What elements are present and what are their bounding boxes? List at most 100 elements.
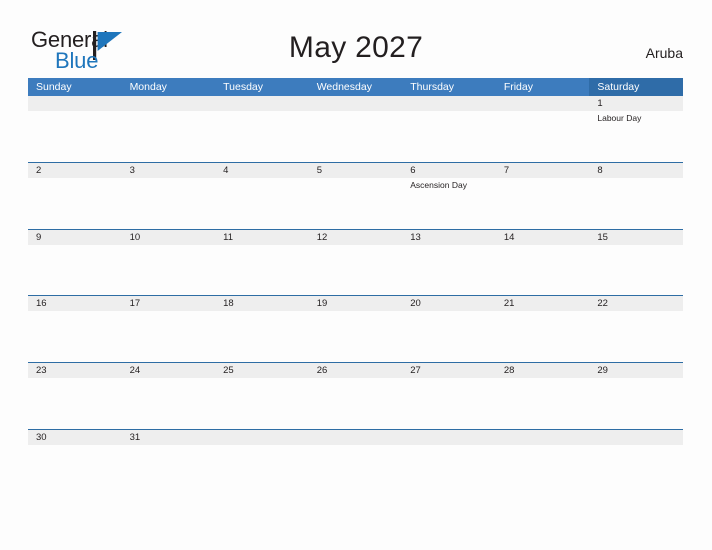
day-number: 12 <box>316 231 328 243</box>
day-cell[interactable]: 29 <box>589 363 683 429</box>
day-band <box>215 96 309 111</box>
day-number: 3 <box>129 164 135 176</box>
day-number: 16 <box>36 298 47 310</box>
day-cell[interactable]: 20 <box>402 296 496 363</box>
day-cell[interactable]: 31 <box>121 429 216 497</box>
day-number: 28 <box>503 365 515 377</box>
day-band <box>121 162 216 178</box>
day-cell[interactable]: 1 Labour Day <box>589 96 683 162</box>
day-cell[interactable]: 13 <box>402 229 496 296</box>
day-cell[interactable]: 23 <box>28 363 122 429</box>
day-cell[interactable] <box>402 96 496 162</box>
day-number: 5 <box>316 164 322 176</box>
day-band <box>589 96 683 111</box>
day-cell[interactable]: 8 <box>589 162 683 229</box>
day-cell[interactable]: 3 <box>121 162 216 229</box>
day-number: 4 <box>223 164 229 176</box>
day-cell[interactable]: 10 <box>121 229 216 296</box>
day-number: 15 <box>597 231 608 243</box>
day-cell[interactable]: 18 <box>215 296 309 363</box>
calendar-grid: Sunday Monday Tuesday Wednesday Thursday… <box>28 78 683 497</box>
day-number: 13 <box>410 231 421 243</box>
day-cell[interactable]: 21 <box>495 296 590 363</box>
week-row: 30 31 <box>28 429 683 497</box>
page-title: May 2027 <box>288 31 424 64</box>
weekday-header-friday: Friday <box>503 81 533 93</box>
region-label: Aruba <box>645 45 683 61</box>
weekday-header-tuesday: Tuesday <box>223 81 264 93</box>
day-band <box>215 429 309 445</box>
day-band <box>402 162 496 178</box>
day-cell[interactable]: 9 <box>28 229 122 296</box>
week-row: 16 17 18 19 20 21 22 <box>28 296 683 364</box>
day-number: 27 <box>410 365 421 377</box>
day-number: 24 <box>129 365 141 377</box>
day-cell[interactable]: 4 <box>215 162 309 229</box>
weekday-header-row: Sunday Monday Tuesday Wednesday Thursday… <box>28 78 683 96</box>
day-number: 11 <box>223 231 233 243</box>
day-number: 14 <box>503 231 515 243</box>
day-event: Labour Day <box>597 113 642 123</box>
day-number: 23 <box>36 365 47 377</box>
day-cell[interactable]: 15 <box>589 229 683 296</box>
weekday-header-monday: Monday <box>129 81 167 93</box>
day-band <box>495 429 590 445</box>
day-band <box>495 162 590 178</box>
day-cell[interactable] <box>308 96 403 162</box>
weekday-header-saturday: Saturday <box>589 78 683 96</box>
day-cell[interactable] <box>215 429 309 497</box>
weekday-header-sunday: Sunday <box>36 81 72 93</box>
day-cell[interactable] <box>495 429 590 497</box>
week-row: 23 24 25 26 27 28 29 <box>28 363 683 430</box>
day-band <box>215 162 309 178</box>
day-number: 17 <box>129 298 141 310</box>
day-cell[interactable] <box>28 96 122 162</box>
day-cell[interactable]: 14 <box>495 229 590 296</box>
day-number: 8 <box>597 164 603 176</box>
day-cell[interactable]: 5 <box>308 162 403 229</box>
day-number: 30 <box>36 431 47 443</box>
day-cell[interactable] <box>495 96 590 162</box>
day-cell[interactable] <box>121 96 216 162</box>
day-cell[interactable]: 2 <box>28 162 122 229</box>
day-band <box>589 429 683 445</box>
day-cell[interactable]: 24 <box>121 363 216 429</box>
day-number: 25 <box>223 365 234 377</box>
week-row: 2 3 4 5 6 Ascension Day 7 8 <box>28 162 683 230</box>
day-number: 29 <box>597 365 608 377</box>
day-cell[interactable]: 28 <box>495 363 590 429</box>
day-band <box>28 162 122 178</box>
weekday-header-wednesday: Wednesday <box>316 81 372 93</box>
page-header: General Blue May 2027 Aruba <box>0 0 712 76</box>
day-cell[interactable]: 26 <box>308 363 403 429</box>
day-number: 31 <box>129 431 141 443</box>
day-cell[interactable]: 30 <box>28 429 122 497</box>
day-cell[interactable]: 6 Ascension Day <box>402 162 496 229</box>
week-row: 9 10 11 12 13 14 15 <box>28 229 683 297</box>
day-cell[interactable]: 11 <box>215 229 309 296</box>
day-cell[interactable] <box>215 96 309 162</box>
day-cell[interactable]: 27 <box>402 363 496 429</box>
day-band <box>28 229 122 245</box>
day-cell[interactable]: 22 <box>589 296 683 363</box>
day-band <box>495 96 590 111</box>
day-cell[interactable]: 7 <box>495 162 590 229</box>
day-number: 9 <box>36 231 42 243</box>
day-cell[interactable]: 25 <box>215 363 309 429</box>
day-band <box>402 429 496 445</box>
day-cell[interactable] <box>589 429 683 497</box>
day-number: 19 <box>316 298 328 310</box>
day-band <box>402 96 496 111</box>
day-number: 20 <box>410 298 421 310</box>
day-cell[interactable]: 17 <box>121 296 216 363</box>
day-band <box>589 162 683 178</box>
day-number: 18 <box>223 298 234 310</box>
day-band <box>308 162 403 178</box>
day-cell[interactable] <box>308 429 403 497</box>
calendar-page: General Blue May 2027 Aruba Sunday Monda… <box>0 0 712 550</box>
day-cell[interactable]: 19 <box>308 296 403 363</box>
day-cell[interactable] <box>402 429 496 497</box>
day-number: 2 <box>36 164 42 176</box>
day-cell[interactable]: 16 <box>28 296 122 363</box>
day-cell[interactable]: 12 <box>308 229 403 296</box>
